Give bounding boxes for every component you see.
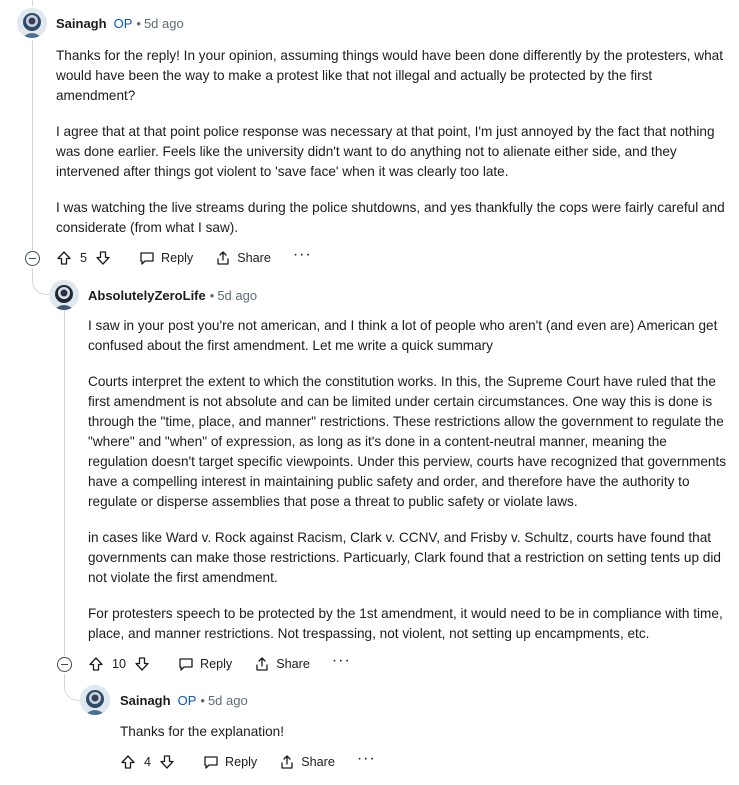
reply-icon (178, 656, 194, 672)
thread-line (64, 310, 65, 656)
reply-button[interactable]: Reply (203, 754, 257, 770)
share-label: Share (276, 657, 310, 671)
upvote-icon[interactable] (120, 754, 136, 770)
more-options-button[interactable]: ··· (357, 751, 376, 767)
thread-line (32, 0, 33, 6)
vote-group: 10 (88, 656, 150, 672)
thread-line (32, 40, 33, 250)
more-options-button[interactable]: ··· (332, 653, 351, 669)
share-label: Share (237, 251, 271, 265)
reply-label: Reply (161, 251, 194, 265)
reply-label: Reply (200, 657, 233, 671)
avatar[interactable] (49, 280, 79, 310)
share-icon (279, 754, 295, 770)
reply-button[interactable]: Reply (139, 250, 193, 266)
share-label: Share (301, 755, 335, 769)
thread-connector (32, 268, 50, 295)
vote-count: 5 (80, 251, 88, 265)
author-name[interactable]: AbsolutelyZeroLife (88, 288, 206, 303)
upvote-icon[interactable] (88, 656, 104, 672)
vote-count: 10 (112, 657, 127, 671)
comment-paragraph: Thanks for the reply! In your opinion, a… (56, 48, 723, 103)
comment-paragraph: I agree that at that point police respon… (56, 124, 715, 179)
avatar[interactable] (80, 685, 110, 715)
more-options-button[interactable]: ··· (293, 247, 312, 263)
share-button[interactable]: Share (215, 250, 271, 266)
reply-icon (203, 754, 219, 770)
timestamp[interactable]: 5d ago (208, 693, 248, 708)
vote-group: 5 (56, 250, 111, 266)
timestamp[interactable]: 5d ago (144, 16, 184, 31)
timestamp[interactable]: 5d ago (217, 288, 257, 303)
comment-meta: AbsolutelyZeroLife • 5d ago (88, 288, 257, 304)
comment-actions: 10 Reply Share ··· (88, 652, 373, 676)
comment-paragraph: I was watching the live streams during t… (56, 200, 725, 235)
vote-group: 4 (120, 754, 175, 770)
reply-button[interactable]: Reply (178, 656, 232, 672)
author-name[interactable]: Sainagh (56, 16, 107, 31)
avatar[interactable] (17, 8, 47, 38)
comment-meta: Sainagh OP • 5d ago (56, 16, 184, 32)
share-icon (215, 250, 231, 266)
comment-meta: Sainagh OP • 5d ago (120, 693, 248, 709)
comment-actions: 4 Reply Share ··· (120, 750, 398, 774)
separator: • (200, 693, 205, 708)
downvote-icon[interactable] (95, 250, 111, 266)
separator: • (209, 288, 215, 303)
collapse-icon[interactable] (25, 251, 40, 266)
reply-icon (139, 250, 155, 266)
reply-label: Reply (225, 755, 258, 769)
upvote-icon[interactable] (56, 250, 72, 266)
share-icon (254, 656, 270, 672)
share-button[interactable]: Share (279, 754, 335, 770)
author-name[interactable]: Sainagh (120, 693, 171, 708)
comment-actions: 5 Reply Share ··· (56, 246, 334, 270)
collapse-icon[interactable] (57, 657, 72, 672)
separator: • (136, 16, 141, 31)
vote-count: 4 (144, 755, 152, 769)
share-button[interactable]: Share (254, 656, 310, 672)
comment-paragraph: I saw in your post you're not american, … (88, 318, 718, 353)
comment-paragraph: Courts interpret the extent to which the… (88, 374, 727, 509)
comment-paragraph: in cases like Ward v. Rock against Racis… (88, 530, 721, 585)
comment-paragraph: For protesters speech to be protected by… (88, 606, 723, 641)
downvote-icon[interactable] (159, 754, 175, 770)
op-badge: OP (113, 16, 133, 31)
comment-paragraph: Thanks for the explanation! (120, 724, 284, 739)
op-badge: OP (177, 693, 197, 708)
downvote-icon[interactable] (134, 656, 150, 672)
